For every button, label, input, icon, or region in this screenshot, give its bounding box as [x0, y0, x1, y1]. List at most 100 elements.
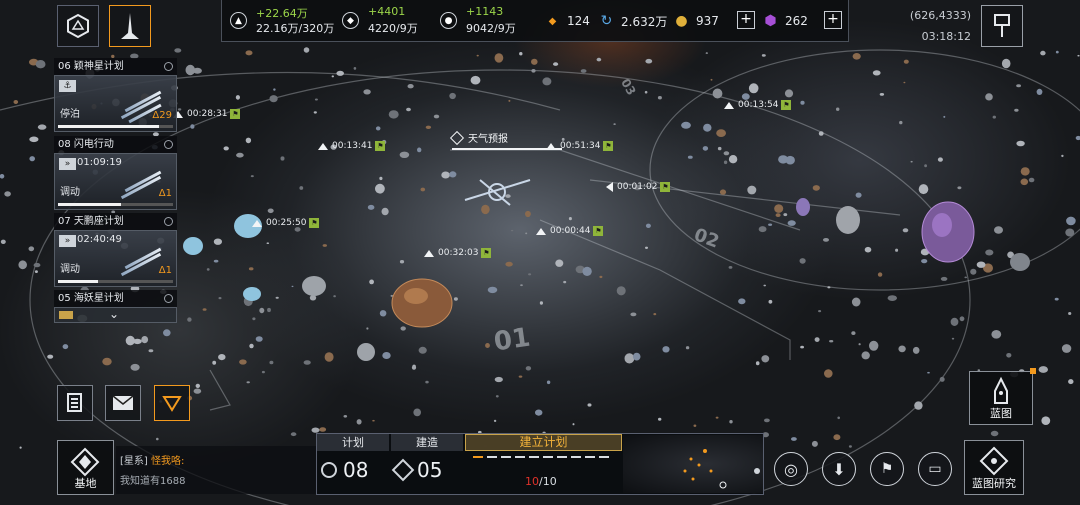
- asteroid: [761, 54, 766, 57]
- mail-list-button[interactable]: [57, 385, 93, 421]
- asteroid: [163, 329, 171, 337]
- asteroid: [235, 95, 240, 100]
- resource-gas[interactable]: ● +1143 9042/9万: [440, 5, 525, 37]
- asteroid: [898, 345, 906, 353]
- plan-count[interactable]: 08: [321, 458, 368, 482]
- resource-crystal[interactable]: ◆ +4401 4220/9万: [342, 5, 427, 37]
- currency-energy[interactable]: ↻ 2.632万: [598, 11, 668, 31]
- asteroid: [1068, 379, 1074, 385]
- coordinates: (626,4333): [909, 9, 971, 22]
- flag-icon: ⚑: [593, 226, 604, 236]
- asteroid: [261, 370, 265, 374]
- document-icon: [67, 393, 82, 412]
- asteroid: [985, 93, 993, 101]
- asteroid: [525, 210, 531, 218]
- metal-icon: ▲: [230, 12, 247, 29]
- tab-build[interactable]: 建造: [391, 434, 463, 451]
- fleet-collapse-toggle[interactable]: ⌄: [54, 307, 177, 323]
- asteroid: [755, 361, 760, 366]
- asteroid: [991, 330, 1002, 339]
- asteroid: [269, 360, 274, 365]
- plan-progress: 10/10: [525, 475, 557, 488]
- asteroid: [768, 223, 773, 226]
- map-marker-button[interactable]: [981, 5, 1023, 47]
- asteroid: [18, 260, 28, 270]
- asteroid: [303, 360, 311, 365]
- map-marker[interactable]: 00:51:34 ⚑: [546, 141, 614, 151]
- fleet-options-icon[interactable]: [164, 294, 173, 303]
- fleet-menu-button[interactable]: [109, 5, 151, 47]
- map-marker[interactable]: 00:25:50 ⚑: [252, 218, 320, 228]
- asteroid: [572, 423, 575, 426]
- chat-panel[interactable]: [星系] 怪我咯: 我知道有1688: [116, 446, 316, 494]
- base-button[interactable]: 基地: [57, 440, 114, 495]
- fleet-options-icon[interactable]: [164, 140, 173, 149]
- asteroid: [937, 157, 943, 162]
- asteroid: [1020, 178, 1029, 186]
- map-marker[interactable]: 00:01:02 ⚑: [606, 182, 671, 192]
- fleet-card[interactable]: 08 闪电行动 » 01:09:19 调动 Δ1: [54, 136, 177, 210]
- asteroid: [313, 111, 317, 114]
- asteroid: [0, 239, 6, 244]
- weather-forecast-button[interactable]: 天气预报: [449, 130, 508, 145]
- task-button[interactable]: [154, 385, 190, 421]
- tab-plan[interactable]: 计划: [317, 434, 389, 451]
- fleet-options-icon[interactable]: [164, 217, 173, 226]
- asteroid: [833, 434, 841, 441]
- ship-icon: [121, 13, 139, 39]
- fleet-card[interactable]: 06 颖神星计划 ⚓ 停泊 Δ29: [54, 58, 177, 132]
- map-marker[interactable]: 00:28:31 ⚑: [173, 109, 241, 119]
- military-button[interactable]: ⚑: [870, 452, 904, 486]
- fleet-arrow-icon: [252, 219, 262, 227]
- asteroid: [33, 262, 41, 268]
- fleet-card[interactable]: 07 天鹏座计划 » 02:40:49 调动 Δ1: [54, 213, 177, 287]
- fleet-badge-icon: [59, 311, 73, 319]
- map-pin-icon: [994, 14, 1010, 37]
- resource-metal[interactable]: ▲ +22.64万 22.16万/320万: [230, 5, 340, 37]
- storage-button[interactable]: ▭: [918, 452, 952, 486]
- asteroid: [899, 120, 903, 125]
- mail-button[interactable]: [105, 385, 141, 421]
- asteroid: [681, 121, 691, 129]
- asteroid: [531, 69, 536, 73]
- fleet-card[interactable]: 05 海妖星计划 ⌄: [54, 290, 177, 323]
- asteroid: [531, 58, 538, 65]
- asteroid: [799, 258, 806, 264]
- map-marker[interactable]: 00:32:03 ⚑: [424, 248, 492, 258]
- asteroid: [877, 272, 883, 277]
- currency-gem[interactable]: ⬢ 262: [762, 11, 808, 31]
- currency-credit[interactable]: ◆ 124: [544, 11, 590, 31]
- build-count[interactable]: 05: [391, 458, 442, 482]
- asteroid: [141, 336, 149, 344]
- chat-sender: 怪我咯:: [151, 456, 185, 467]
- asteroid: [223, 146, 229, 151]
- asteroid: [858, 343, 861, 346]
- asteroid: [206, 268, 210, 271]
- add-gem-button[interactable]: +: [824, 11, 842, 29]
- fleet-options-icon[interactable]: [164, 62, 173, 71]
- blueprint-button[interactable]: 蓝图: [969, 368, 1036, 425]
- blueprint-research-button[interactable]: 蓝图研究: [964, 440, 1024, 495]
- asteroid: [366, 327, 369, 330]
- wormhole-button[interactable]: ◎: [774, 452, 808, 486]
- galaxy-button[interactable]: [57, 5, 99, 47]
- asteroid: [800, 345, 804, 349]
- build-plan-button[interactable]: 建立计划: [465, 434, 622, 451]
- map-marker[interactable]: 00:13:41 ⚑: [318, 141, 386, 151]
- asteroid: [783, 213, 788, 217]
- asteroid: [761, 355, 770, 363]
- minimap[interactable]: [623, 435, 763, 493]
- map-marker[interactable]: 00:00:44 ⚑: [536, 226, 604, 236]
- asteroid: [519, 52, 523, 56]
- plan-slot: [487, 456, 497, 458]
- map-marker[interactable]: 00:13:54 ⚑: [724, 100, 792, 110]
- asteroid: [476, 54, 479, 57]
- asteroid: [1036, 88, 1043, 95]
- asteroid: [542, 77, 552, 86]
- add-gold-button[interactable]: +: [737, 11, 755, 29]
- asteroid: [249, 343, 254, 349]
- download-button[interactable]: ⬇: [822, 452, 856, 486]
- asteroid: [902, 228, 909, 233]
- currency-gold[interactable]: ● 937: [673, 11, 719, 31]
- asteroid: [425, 380, 429, 384]
